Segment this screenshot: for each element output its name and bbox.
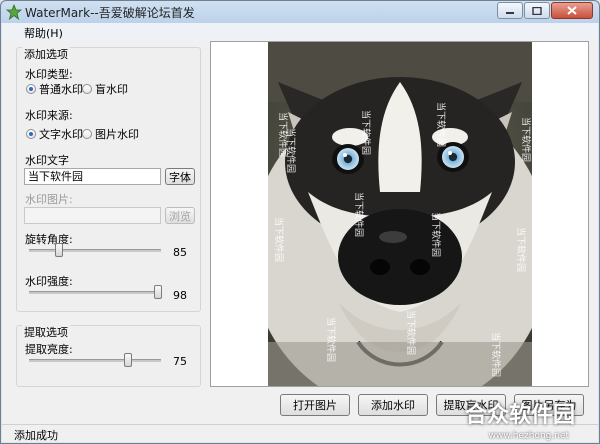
rotation-angle-slider[interactable]: [29, 242, 161, 258]
maximize-icon: [532, 6, 542, 15]
svg-text:当下软件园: 当下软件园: [325, 317, 337, 362]
site-logo-overlay: 合众软件园: [464, 403, 575, 428]
watermark-strength-slider[interactable]: [29, 284, 163, 300]
svg-text:当下软件园: 当下软件园: [520, 117, 532, 162]
radio-image-label: 图片水印: [95, 128, 139, 141]
minimize-icon: [506, 11, 514, 14]
radio-dot-checked: [26, 129, 36, 139]
open-image-button[interactable]: 打开图片: [280, 394, 350, 416]
watermark-type-label: 水印类型:: [25, 68, 73, 81]
svg-text:当下软件园: 当下软件园: [360, 110, 372, 155]
radio-blind-label: 盲水印: [95, 83, 128, 96]
radio-image-watermark[interactable]: 图片水印: [82, 126, 139, 142]
extract-brightness-slider[interactable]: [29, 352, 161, 368]
add-options-group: 添加选项 水印类型: 普通水印 盲水印 水印来源: 文字水印 图片水印 水印文字…: [16, 46, 201, 312]
watermark-image-label: 水印图片:: [25, 193, 73, 206]
extract-options-title: 提取选项: [22, 324, 70, 340]
extract-options-group: 提取选项 提取亮度: 75: [16, 324, 201, 387]
site-url-overlay: www.hezhong.net: [488, 431, 569, 441]
svg-text:当下软件园: 当下软件园: [515, 227, 527, 272]
radio-dot: [82, 129, 92, 139]
svg-text:当下软件园: 当下软件园: [490, 332, 502, 377]
radio-normal-watermark[interactable]: 普通水印: [26, 81, 83, 97]
menu-help[interactable]: 帮助(H): [24, 25, 63, 41]
watermark-image-input[interactable]: [24, 207, 161, 224]
watermark-text-input[interactable]: 当下软件园: [24, 168, 161, 185]
slider-track: [29, 291, 161, 294]
svg-text:当下软件园: 当下软件园: [285, 128, 297, 173]
watermark-strength-value: 98: [173, 289, 187, 302]
maximize-button[interactable]: [524, 2, 550, 19]
radio-blind-watermark[interactable]: 盲水印: [82, 81, 128, 97]
radio-dot: [82, 84, 92, 94]
status-text: 添加成功: [14, 429, 58, 442]
slider-track: [29, 249, 161, 252]
add-watermark-button[interactable]: 添加水印: [358, 394, 428, 416]
svg-text:当下软件园: 当下软件园: [405, 310, 417, 355]
radio-normal-label: 普通水印: [39, 83, 83, 96]
slider-track: [29, 359, 161, 362]
watermark-source-label: 水印来源:: [25, 109, 73, 122]
rotation-angle-value: 85: [173, 246, 187, 259]
minimize-button[interactable]: [497, 2, 523, 19]
app-star-icon: [6, 4, 22, 20]
radio-text-label: 文字水印: [39, 128, 83, 141]
close-icon: [567, 6, 577, 15]
menu-bar: 帮助(H): [2, 23, 598, 41]
title-bar[interactable]: WaterMark--吾爱破解论坛首发: [1, 1, 599, 23]
add-options-title: 添加选项: [22, 46, 70, 62]
slider-thumb[interactable]: [55, 243, 64, 257]
svg-text:当下软件园: 当下软件园: [430, 212, 442, 257]
radio-text-watermark[interactable]: 文字水印: [26, 126, 83, 142]
svg-text:当下软件园: 当下软件园: [273, 217, 285, 262]
watermark-text-label: 水印文字: [25, 154, 69, 167]
client-area: 添加选项 水印类型: 普通水印 盲水印 水印来源: 文字水印 图片水印 水印文字…: [2, 41, 598, 425]
radio-dot-checked: [26, 84, 36, 94]
window-title: WaterMark--吾爱破解论坛首发: [25, 6, 195, 20]
svg-text:当下软件园: 当下软件园: [353, 192, 365, 237]
husky-photo: 当下软件园 当下软件园 当下软件园 当下软件园 当下软件园 当下软件园 当下软件…: [268, 42, 532, 386]
app-window: WaterMark--吾爱破解论坛首发 帮助(H) 添加选项 水印类型: 普通水…: [0, 0, 600, 444]
slider-thumb[interactable]: [154, 285, 163, 299]
extract-brightness-value: 75: [173, 355, 187, 368]
image-preview-panel: 当下软件园 当下软件园 当下软件园 当下软件园 当下软件园 当下软件园 当下软件…: [210, 41, 589, 387]
browse-button[interactable]: 浏览: [165, 207, 195, 224]
font-button[interactable]: 字体: [165, 168, 195, 185]
close-button[interactable]: [551, 2, 593, 19]
svg-text:当下软件园: 当下软件园: [435, 102, 447, 147]
slider-thumb[interactable]: [124, 353, 132, 367]
